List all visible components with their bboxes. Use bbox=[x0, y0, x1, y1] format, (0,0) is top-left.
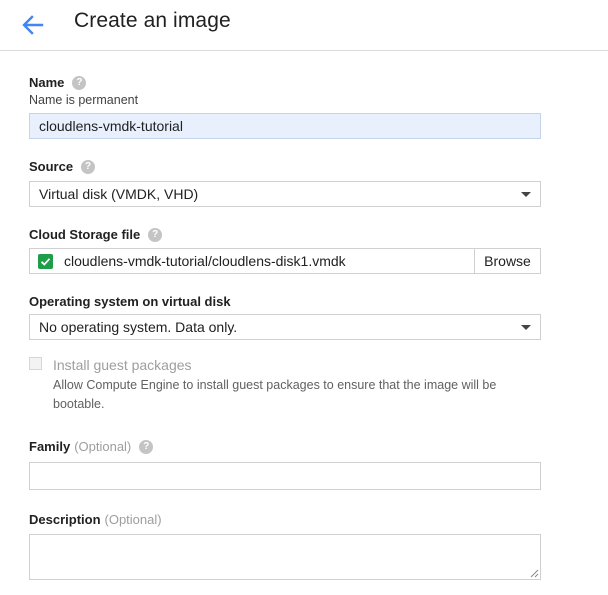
page-title: Create an image bbox=[74, 9, 231, 32]
description-textarea[interactable] bbox=[29, 534, 541, 580]
cloud-storage-label-row: Cloud Storage file ? bbox=[29, 227, 163, 242]
description-label: Description bbox=[29, 512, 101, 527]
name-hint: Name is permanent bbox=[29, 93, 139, 107]
name-help-icon[interactable]: ? bbox=[72, 75, 87, 90]
description-label-row: Description (Optional) bbox=[29, 512, 162, 527]
family-optional: (Optional) bbox=[74, 439, 132, 454]
browse-button[interactable]: Browse bbox=[474, 249, 540, 273]
chevron-down-icon bbox=[521, 192, 531, 197]
family-label-row: Family (Optional) ? bbox=[29, 439, 154, 454]
name-input[interactable]: cloudlens-vmdk-tutorial bbox=[29, 113, 541, 139]
source-label: Source bbox=[29, 159, 74, 174]
install-guest-packages-label: Install guest packages bbox=[53, 357, 192, 373]
source-select-value: Virtual disk (VMDK, VHD) bbox=[39, 186, 199, 202]
back-button[interactable] bbox=[16, 8, 50, 42]
install-guest-packages-description: Allow Compute Engine to install guest pa… bbox=[53, 378, 497, 411]
source-label-row: Source ? bbox=[29, 159, 96, 174]
os-label: Operating system on virtual disk bbox=[29, 294, 231, 309]
page-header: Create an image bbox=[0, 0, 608, 51]
install-guest-packages-checkbox[interactable] bbox=[29, 357, 42, 370]
name-label-row: Name ? bbox=[29, 75, 87, 90]
arrow-left-icon bbox=[22, 15, 44, 35]
cloud-storage-file-value: cloudlens-vmdk-tutorial/cloudlens-disk1.… bbox=[64, 253, 346, 269]
description-optional: (Optional) bbox=[104, 512, 162, 527]
cloud-storage-file-field[interactable]: cloudlens-vmdk-tutorial/cloudlens-disk1.… bbox=[29, 248, 541, 274]
resize-handle-icon[interactable] bbox=[529, 568, 539, 578]
os-select[interactable]: No operating system. Data only. bbox=[29, 314, 541, 340]
chevron-down-icon bbox=[521, 325, 531, 330]
source-help-icon[interactable]: ? bbox=[81, 159, 96, 174]
cloud-storage-help-icon[interactable]: ? bbox=[148, 227, 163, 242]
name-input-value: cloudlens-vmdk-tutorial bbox=[39, 118, 183, 134]
family-help-icon[interactable]: ? bbox=[139, 439, 154, 454]
family-label: Family bbox=[29, 439, 71, 454]
check-icon bbox=[38, 254, 53, 269]
source-select[interactable]: Virtual disk (VMDK, VHD) bbox=[29, 181, 541, 207]
family-input[interactable] bbox=[29, 462, 541, 490]
os-select-value: No operating system. Data only. bbox=[39, 319, 238, 335]
cloud-storage-label: Cloud Storage file bbox=[29, 227, 141, 242]
name-label: Name bbox=[29, 75, 65, 90]
